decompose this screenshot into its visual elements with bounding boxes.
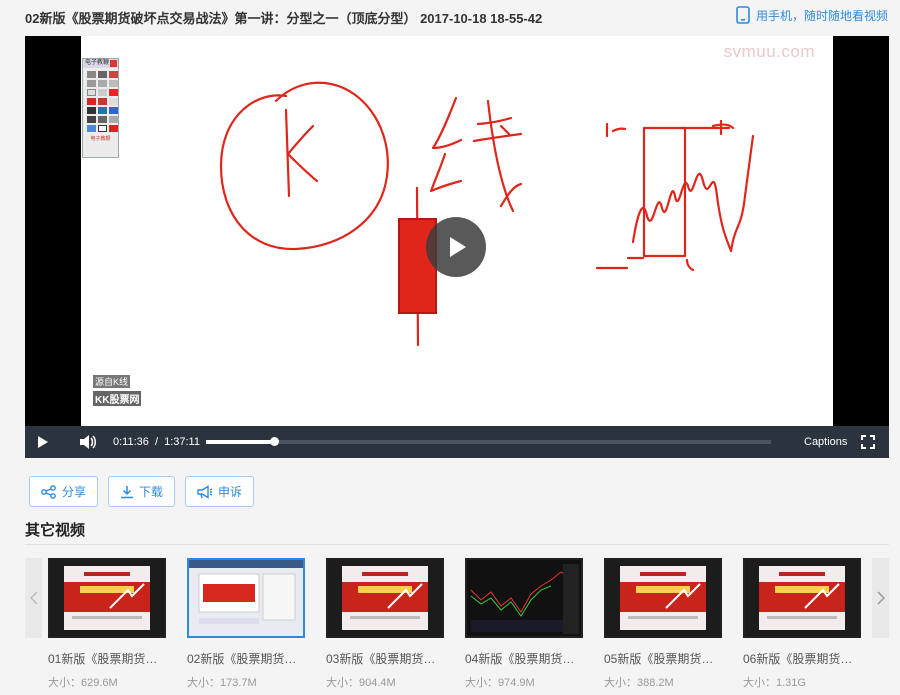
related-video-title: 06新版《股票期货破坏点交易战法》 (743, 652, 861, 666)
thumbnail-frame (48, 558, 166, 638)
player-control-bar: 0:11:36 / 1:37:11 Captions (25, 426, 889, 458)
section-divider (25, 544, 889, 545)
size-prefix: 大小： (743, 677, 776, 689)
share-label: 分享 (62, 485, 87, 499)
thumbnail-frame (465, 558, 583, 638)
captions-button[interactable]: Captions (804, 436, 847, 448)
fullscreen-icon (861, 435, 875, 449)
time-separator: / (154, 436, 159, 448)
related-video-title: 04新版《股票期货破坏点交易战法》 (465, 652, 583, 666)
play-icon (450, 237, 466, 257)
thumbnail-frame (187, 558, 305, 638)
play-button[interactable] (37, 435, 49, 452)
video-player[interactable]: svmuu.com 电子教鞭 电子教鞭 源自K线 KK股票网 0:11:36 /… (25, 36, 889, 458)
related-video-title: 05新版《股票期货破坏点交易战法》 (604, 652, 722, 666)
thumbnail-frame (326, 558, 444, 638)
size-prefix: 大小： (465, 677, 498, 689)
video-thumbnail (467, 560, 581, 636)
duration: 1:37:11 (164, 436, 200, 448)
progress-bar[interactable] (206, 437, 771, 446)
related-video-item[interactable]: 05新版《股票期货破坏点交易战法》大小：388.2M (604, 558, 722, 690)
phone-icon (736, 6, 750, 24)
related-video-size: 大小：1.31G (743, 674, 861, 690)
progress-handle[interactable] (269, 437, 279, 446)
download-icon (121, 485, 134, 498)
size-prefix: 大小： (48, 677, 81, 689)
page-title: 02新版《股票期货破坏点交易战法》第一讲：分型之一（顶底分型） 2017-10-… (25, 11, 543, 26)
size-value: 904.4M (359, 677, 396, 689)
size-value: 974.9M (498, 677, 535, 689)
chevron-right-icon (876, 591, 885, 605)
related-video-item[interactable]: 06新版《股票期货破坏点交易战法》大小：1.31G (743, 558, 861, 690)
size-value: 1.31G (776, 677, 806, 689)
mobile-watch-label: 用手机，随时随地看视频 (755, 8, 888, 23)
related-video-item[interactable]: 02新版《股票期货破坏点交易战法》大小：173.7M (187, 558, 305, 690)
report-button[interactable]: 申诉 (185, 476, 255, 507)
related-video-size: 大小：904.4M (326, 674, 444, 690)
volume-icon (80, 435, 96, 449)
related-video-title: 01新版《股票期货破坏点交易战法》 (48, 652, 166, 666)
related-video-size: 大小：629.6M (48, 674, 166, 690)
carousel-prev-button[interactable] (25, 558, 42, 638)
related-video-item[interactable]: 03新版《股票期货破坏点交易战法》大小：904.4M (326, 558, 444, 690)
related-video-title: 03新版《股票期货破坏点交易战法》 (326, 652, 444, 666)
thumbnail-frame (604, 558, 722, 638)
action-bar: 分享 下载 申诉 (29, 476, 255, 507)
video-thumbnail (189, 560, 303, 636)
related-video-title: 02新版《股票期货破坏点交易战法》 (187, 652, 305, 666)
fullscreen-button[interactable] (861, 435, 875, 452)
channel-logo: 源自K线 KK股票网 (93, 375, 142, 406)
related-video-item[interactable]: 04新版《股票期货破坏点交易战法》大小：974.9M (465, 558, 583, 690)
play-icon (38, 436, 48, 448)
video-thumbnail (606, 560, 720, 636)
report-label: 申诉 (218, 485, 243, 499)
big-play-button[interactable] (426, 217, 486, 277)
video-thumbnail (328, 560, 442, 636)
carousel-next-button[interactable] (872, 558, 889, 638)
mobile-watch-link[interactable]: 用手机，随时随地看视频 (736, 6, 888, 24)
size-prefix: 大小： (604, 677, 637, 689)
size-value: 388.2M (637, 677, 674, 689)
share-icon (41, 484, 56, 499)
related-video-size: 大小：388.2M (604, 674, 722, 690)
volume-button[interactable] (79, 434, 97, 453)
size-value: 629.6M (81, 677, 118, 689)
size-prefix: 大小： (187, 677, 220, 689)
video-thumbnail (745, 560, 859, 636)
video-thumbnail (50, 560, 164, 636)
related-section-title: 其它视频 (25, 522, 86, 539)
progress-fill (206, 440, 274, 444)
size-prefix: 大小： (326, 677, 359, 689)
share-button[interactable]: 分享 (29, 476, 99, 507)
current-time: 0:11:36 (113, 436, 149, 448)
page-header: 02新版《股票期货破坏点交易战法》第一讲：分型之一（顶底分型） 2017-10-… (0, 0, 900, 34)
time-display: 0:11:36 / 1:37:11 (113, 436, 200, 448)
download-label: 下载 (139, 485, 164, 499)
megaphone-icon (197, 484, 213, 499)
related-video-size: 大小：974.9M (465, 674, 583, 690)
chevron-left-icon (29, 591, 38, 605)
size-value: 173.7M (220, 677, 257, 689)
related-carousel: 01新版《股票期货破坏点交易战法》大小：629.6M02新版《股票期货破坏点交易… (25, 558, 889, 695)
thumbnail-frame (743, 558, 861, 638)
download-button[interactable]: 下载 (108, 476, 176, 507)
related-video-item[interactable]: 01新版《股票期货破坏点交易战法》大小：629.6M (48, 558, 166, 690)
related-video-size: 大小：173.7M (187, 674, 305, 690)
